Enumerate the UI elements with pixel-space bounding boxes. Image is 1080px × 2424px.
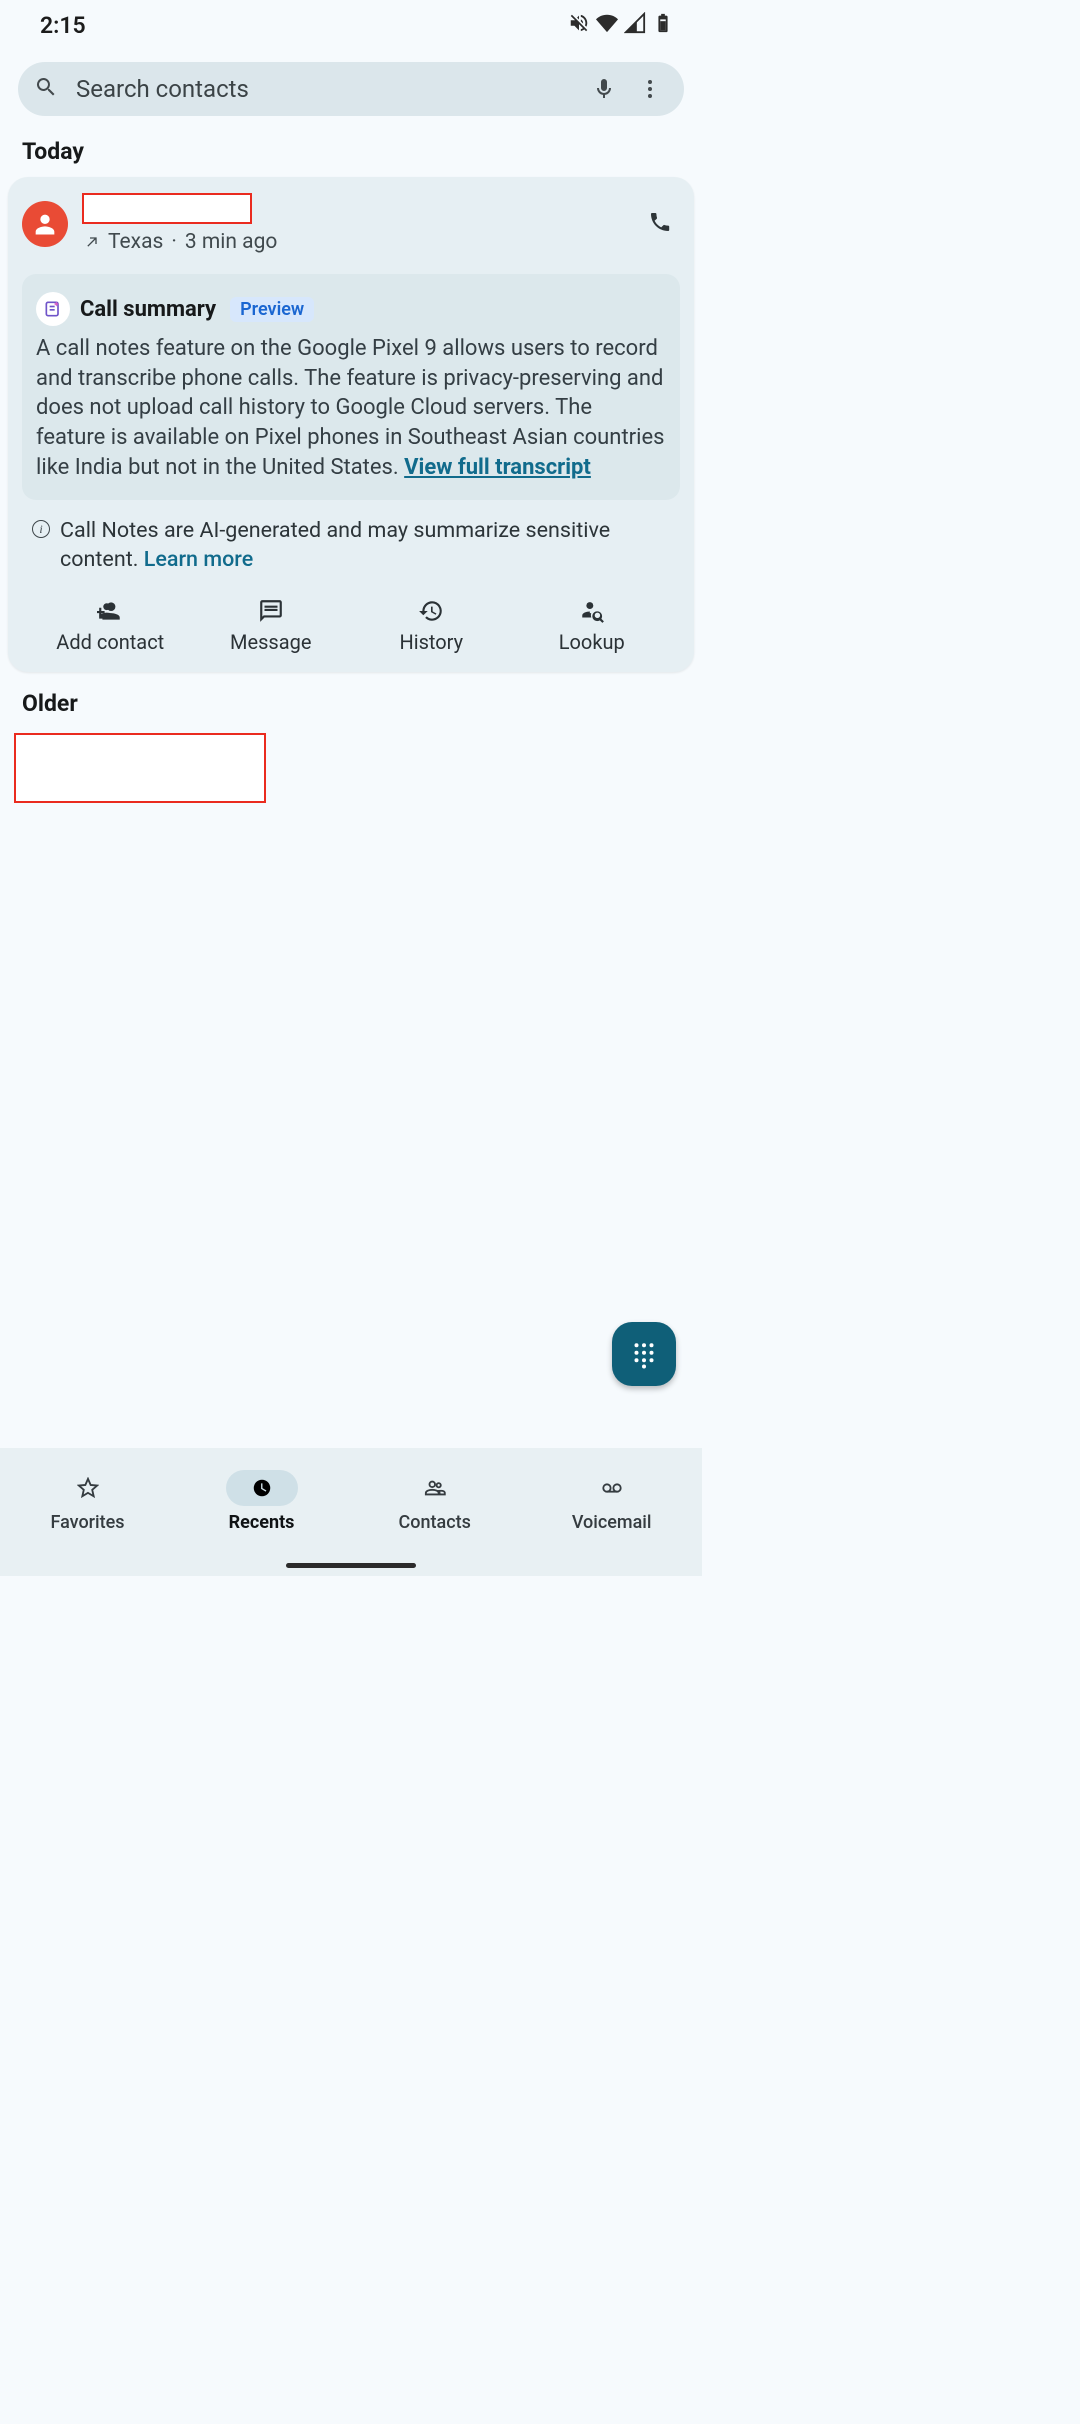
summary-title: Call summary: [80, 297, 216, 322]
message-icon: [258, 598, 284, 624]
gesture-bar: [286, 1563, 416, 1568]
nav-recents[interactable]: Recents: [226, 1470, 298, 1533]
meta-separator: ·: [171, 230, 177, 254]
status-bar: 2:15: [0, 0, 702, 48]
info-icon: i: [32, 520, 50, 538]
clock-icon: [251, 1477, 273, 1499]
search-bar[interactable]: Search contacts: [18, 62, 684, 116]
dialpad-icon: [629, 1339, 659, 1369]
history-icon: [418, 598, 444, 624]
learn-more-link[interactable]: Learn more: [144, 547, 253, 572]
mic-icon: [592, 77, 616, 101]
add-contact-label: Add contact: [56, 630, 164, 654]
ai-note-text: Call Notes are AI-generated and may summ…: [60, 518, 610, 572]
person-add-icon: [97, 598, 123, 624]
message-button[interactable]: Message: [191, 598, 352, 654]
battery-icon: [652, 12, 674, 38]
people-icon: [424, 1477, 446, 1499]
call-meta: Texas · 3 min ago: [84, 230, 634, 254]
nav-voicemail-label: Voicemail: [572, 1512, 652, 1533]
outgoing-call-icon: [84, 234, 100, 250]
preview-badge: Preview: [230, 297, 314, 322]
nav-favorites[interactable]: Favorites: [50, 1470, 124, 1533]
ai-disclaimer: i Call Notes are AI-generated and may su…: [22, 500, 680, 574]
older-entry-redacted[interactable]: [14, 733, 266, 803]
summary-body: A call notes feature on the Google Pixel…: [36, 334, 666, 482]
call-back-button[interactable]: [648, 210, 680, 238]
wifi-icon: [596, 12, 618, 38]
nav-recents-label: Recents: [229, 1512, 295, 1533]
contact-name-redacted: [82, 193, 252, 224]
add-contact-button[interactable]: Add contact: [30, 598, 191, 654]
call-card: Texas · 3 min ago Call summary Preview A…: [8, 177, 694, 672]
mute-icon: [568, 12, 590, 38]
person-search-icon: [579, 598, 605, 624]
action-row: Add contact Message History Lookup: [22, 574, 680, 654]
message-label: Message: [230, 630, 311, 654]
phone-icon: [648, 210, 672, 234]
call-info[interactable]: Texas · 3 min ago: [82, 193, 634, 254]
person-icon: [31, 210, 59, 238]
nav-contacts[interactable]: Contacts: [399, 1470, 471, 1533]
bottom-nav: Favorites Recents Contacts Voicemail: [0, 1448, 702, 1576]
nav-voicemail[interactable]: Voicemail: [572, 1470, 652, 1533]
call-age: 3 min ago: [185, 230, 278, 254]
star-icon: [77, 1477, 99, 1499]
call-summary-block: Call summary Preview A call notes featur…: [22, 274, 680, 500]
nav-contacts-label: Contacts: [399, 1512, 471, 1533]
overflow-menu-button[interactable]: [636, 77, 664, 101]
view-full-transcript-link[interactable]: View full transcript: [404, 455, 591, 480]
status-icons-group: [568, 12, 674, 38]
summary-icon: [36, 292, 70, 326]
history-label: History: [399, 630, 463, 654]
voice-search-button[interactable]: [590, 77, 618, 101]
search-icon: [34, 75, 58, 103]
nav-favorites-label: Favorites: [50, 1512, 124, 1533]
section-header-older: Older: [0, 672, 702, 717]
dialpad-fab[interactable]: [612, 1322, 676, 1386]
signal-icon: [624, 12, 646, 38]
status-time: 2:15: [40, 12, 86, 39]
more-vert-icon: [638, 77, 662, 101]
voicemail-icon: [601, 1477, 623, 1499]
search-placeholder: Search contacts: [76, 75, 572, 103]
call-location: Texas: [108, 230, 163, 254]
history-button[interactable]: History: [351, 598, 512, 654]
lookup-button[interactable]: Lookup: [512, 598, 673, 654]
avatar[interactable]: [22, 201, 68, 247]
lookup-label: Lookup: [559, 630, 625, 654]
section-header-today: Today: [0, 116, 702, 165]
